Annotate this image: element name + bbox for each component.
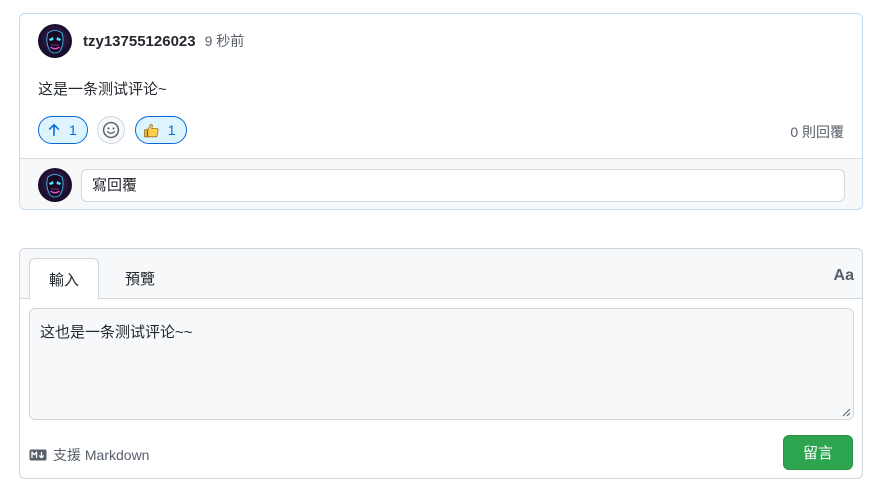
thumbs-up-reaction-button[interactable]: 1	[134, 116, 187, 144]
add-reaction-button[interactable]	[96, 116, 125, 144]
comment-textarea[interactable]: 这也是一条测试评论~~	[29, 308, 854, 420]
reply-input[interactable]: 寫回覆	[81, 169, 845, 202]
reaction-bar: 1 1	[38, 116, 187, 144]
current-user-avatar	[38, 168, 72, 202]
tab-write[interactable]: 輸入	[29, 258, 99, 300]
editor-tabbar: 輸入 預覽 Aa	[20, 249, 862, 300]
smiley-icon	[102, 121, 119, 139]
comment-timestamp[interactable]: 9 秒前	[205, 31, 245, 51]
reply-bar: 寫回覆	[20, 158, 862, 209]
font-toggle-button[interactable]: Aa	[834, 267, 854, 285]
thumbs-up-count: 1	[167, 122, 176, 138]
textarea-value: 这也是一条测试评论~~	[40, 324, 193, 341]
upvote-count: 1	[69, 122, 77, 138]
markdown-label: 支援 Markdown	[53, 447, 150, 463]
resize-grip-icon[interactable]	[841, 407, 851, 417]
markdown-support-note[interactable]: 支援 Markdown	[29, 445, 149, 465]
markdown-icon	[29, 449, 47, 461]
comment-card: tzy13755126023 9 秒前 这是一条测试评论~ 1 1 0 則回覆 …	[19, 13, 863, 210]
reply-count: 0 則回覆	[790, 124, 844, 140]
comment-body: 这是一条测试评论~	[38, 81, 167, 98]
comment-editor: 輸入 預覽 Aa 这也是一条测试评论~~ 支援 Markdown 留言	[19, 248, 863, 479]
tab-preview[interactable]: 預覽	[112, 258, 168, 299]
upvote-button[interactable]: 1	[38, 116, 88, 144]
avatar-mask-icon	[46, 30, 64, 54]
comment-header: tzy13755126023 9 秒前	[38, 24, 244, 58]
submit-comment-button[interactable]: 留言	[783, 435, 853, 470]
avatar-mask-icon	[46, 174, 64, 198]
author-name[interactable]: tzy13755126023	[83, 33, 196, 50]
avatar[interactable]	[38, 24, 72, 58]
thumbs-up-icon	[144, 123, 159, 137]
arrow-up-icon	[48, 123, 60, 137]
